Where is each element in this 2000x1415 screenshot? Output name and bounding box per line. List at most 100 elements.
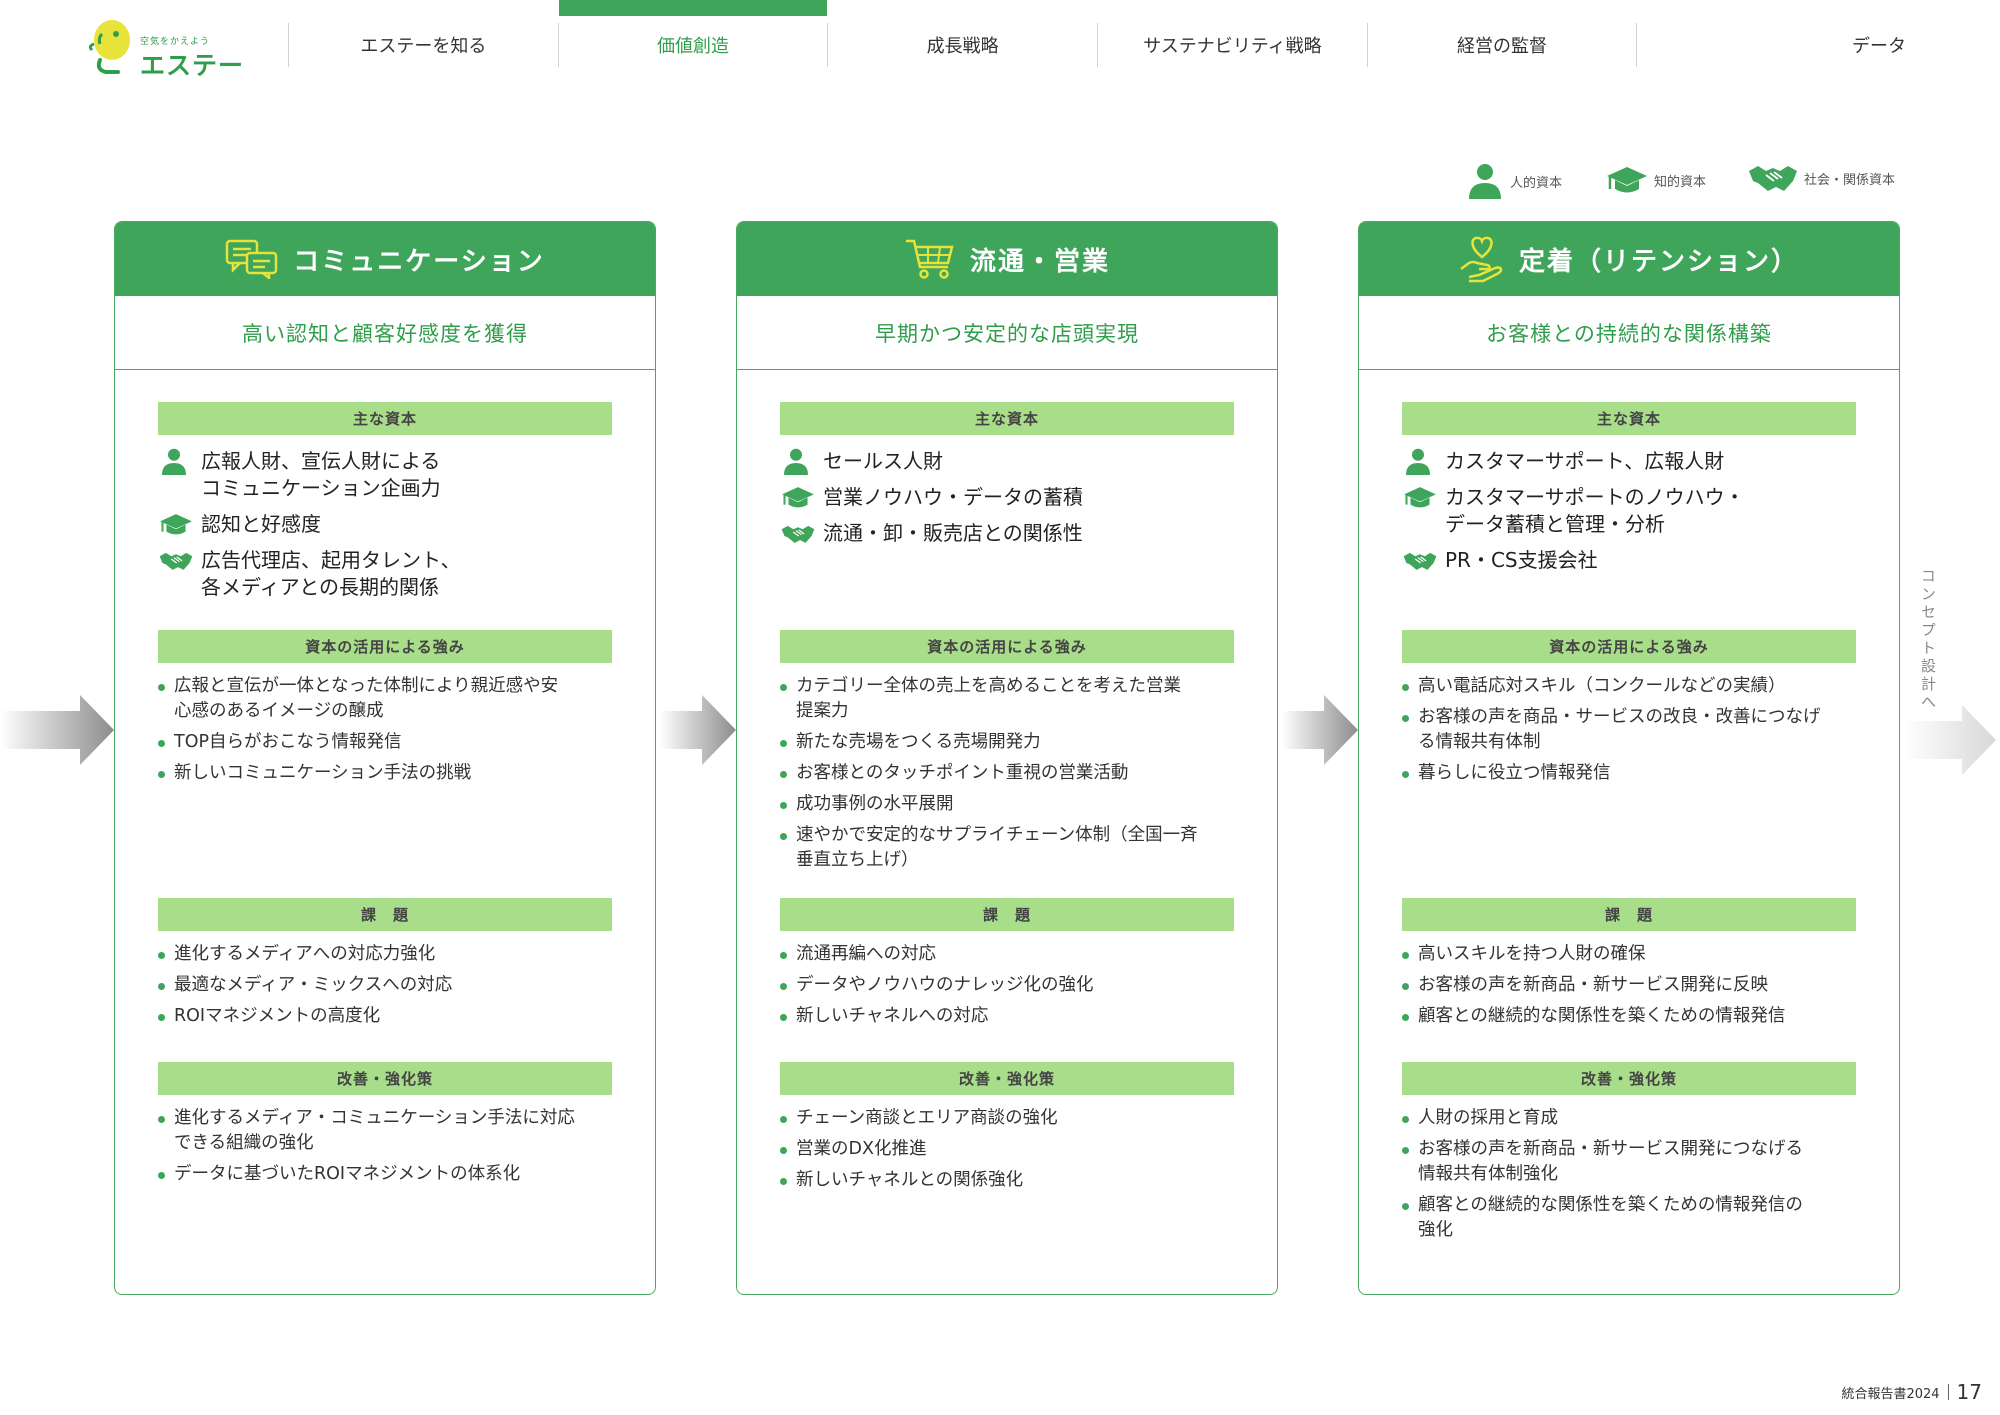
list-item: 最適なメディア・ミックスへの対応 [158,973,620,998]
nav-item-sustainability[interactable]: サステナビリティ戦略 [1097,23,1367,67]
nav-item-about[interactable]: エステーを知る [288,23,558,67]
chick-logo-icon [88,20,130,74]
shopping-cart-icon [905,239,954,279]
list-item: ROIマネジメントの高度化 [158,1004,620,1029]
handshake-icon [159,547,193,574]
nav-item-growth-strategy[interactable]: 成長戦略 [827,23,1097,67]
card-header: 定着（リテンション） [1359,222,1899,296]
legend-label: 人的資本 [1510,175,1563,191]
list-item: お客様の声を新商品・新サービス開発に反映 [1402,973,1864,998]
page-number: 17 [1956,1380,1982,1404]
section-header-measures: 改善・強化策 [158,1062,612,1095]
section-header-capital: 主な資本 [1402,402,1856,435]
section-header-issues: 課 題 [1402,898,1856,931]
list-item: 進化するメディア・コミュニケーション手法に対応 できる組織の強化 [158,1106,620,1156]
heart-hand-icon [1460,236,1503,283]
graduation-cap-icon [1607,167,1647,193]
list-item: データやノウハウのナレッジ化の強化 [780,973,1242,998]
card-title: コミュニケーション [293,246,545,277]
card-distribution-sales: 流通・営業 早期かつ安定的な店頭実現 主な資本 セールス人財 営業ノウハウ・デー… [736,221,1278,1295]
section-header-issues: 課 題 [780,898,1234,931]
legend-label: 社会・関係資本 [1804,172,1896,188]
list-item: 新しいコミュニケーション手法の挑戦 [158,761,620,786]
list-item: 顧客との継続的な関係性を築くための情報発信の 強化 [1402,1193,1864,1243]
handshake-icon [1403,547,1437,574]
strengths-list: 高い電話応対スキル（コンクールなどの実績） お客様の声を商品・サービスの改良・改… [1402,674,1864,792]
list-item: 営業のDX化推進 [780,1137,1242,1162]
measures-list: 人財の採用と育成 お客様の声を新商品・新サービス開発につなげる 情報共有体制強化… [1402,1106,1864,1249]
list-item: 人財の採用と育成 [1402,1106,1864,1131]
issues-list: 進化するメディアへの対応力強化 最適なメディア・ミックスへの対応 ROIマネジメ… [158,942,620,1035]
logo[interactable]: 空気をかえよう エステー [88,14,243,80]
card-subtitle: 早期かつ安定的な店頭実現 [737,296,1277,370]
capital-item: セールス人財 [781,448,1241,475]
section-header-strengths: 資本の活用による強み [1402,630,1856,663]
list-item: 広報と宣伝が一体となった体制により親近感や安 心感のあるイメージの醸成 [158,674,620,724]
nav-item-data[interactable]: データ [1636,23,2000,67]
card-title: 流通・営業 [969,246,1110,277]
card-subtitle: 高い認知と顧客好感度を獲得 [115,296,655,370]
capital-list: カスタマーサポート、広報人財 カスタマーサポートのノウハウ・ データ蓄積と管理・… [1403,448,1863,583]
legend-intellectual-capital: 知的資本 [1606,163,1706,197]
card-retention: 定着（リテンション） お客様との持続的な関係構築 主な資本 カスタマーサポート、… [1358,221,1900,1295]
section-header-strengths: 資本の活用による強み [780,630,1234,663]
capital-item: PR・CS支援会社 [1403,547,1863,574]
person-icon [781,448,815,475]
next-section-label[interactable]: コンセプト設計へ [1918,568,1939,712]
top-navigation: エステーを知る 価値創造 成長戦略 サステナビリティ戦略 経営の監督 データ [288,0,2000,70]
report-title: 統合報告書2024 [1841,1386,1940,1402]
flow-arrow-1 [0,695,114,765]
capital-item: 広告代理店、起用タレント、 各メディアとの長期的関係 [159,547,619,601]
card-header: 流通・営業 [737,222,1277,296]
capital-item: 営業ノウハウ・データの蓄積 [781,484,1241,511]
graduation-cap-icon [159,511,193,538]
list-item: お客様の声を新商品・新サービス開発につなげる 情報共有体制強化 [1402,1137,1864,1187]
list-item: お客様の声を商品・サービスの改良・改善につなげ る情報共有体制 [1402,705,1864,755]
section-header-issues: 課 題 [158,898,612,931]
nav-item-governance[interactable]: 経営の監督 [1366,23,1637,67]
list-item: データに基づいたROIマネジメントの体系化 [158,1162,620,1187]
list-item: 高いスキルを持つ人財の確保 [1402,942,1864,967]
list-item: 新しいチャネルとの関係強化 [780,1168,1242,1193]
measures-list: 進化するメディア・コミュニケーション手法に対応 できる組織の強化 データに基づい… [158,1106,620,1193]
capital-item: 流通・卸・販売店との関係性 [781,520,1241,547]
card-subtitle: お客様との持続的な関係構築 [1359,296,1899,370]
legend-human-capital: 人的資本 [1466,163,1562,199]
list-item: TOP自らがおこなう情報発信 [158,730,620,755]
footer: 統合報告書2024 17 [1841,1380,1982,1404]
capital-item: カスタマーサポートのノウハウ・ データ蓄積と管理・分析 [1403,484,1863,538]
flow-arrow-2 [660,695,736,765]
list-item: 新たな売場をつくる売場開発力 [780,730,1242,755]
flow-arrow-4 [1904,705,1996,775]
section-header-capital: 主な資本 [158,402,612,435]
list-item: 速やかで安定的なサプライチェーン体制（全国一斉 垂直立ち上げ） [780,823,1242,873]
nav-item-value-creation[interactable]: 価値創造 [557,0,828,67]
list-item: 暮らしに役立つ情報発信 [1402,761,1864,786]
list-item: 高い電話応対スキル（コンクールなどの実績） [1402,674,1864,699]
person-icon [1469,164,1501,199]
measures-list: チェーン商談とエリア商談の強化 営業のDX化推進 新しいチャネルとの関係強化 [780,1106,1242,1199]
list-item: 成功事例の水平展開 [780,792,1242,817]
capital-list: 広報人財、宣伝人財による コミュニケーション企画力 認知と好感度 広告代理店、起… [159,448,619,610]
capital-item: 認知と好感度 [159,511,619,538]
strengths-list: 広報と宣伝が一体となった体制により親近感や安 心感のあるイメージの醸成 TOP自… [158,674,620,792]
card-title: 定着（リテンション） [1518,246,1799,277]
flow-arrow-3 [1282,695,1358,765]
list-item: チェーン商談とエリア商談の強化 [780,1106,1242,1131]
card-header: コミュニケーション [115,222,655,296]
legend-social-capital: 社会・関係資本 [1748,163,1895,193]
capital-item: カスタマーサポート、広報人財 [1403,448,1863,475]
graduation-cap-icon [781,484,815,511]
section-header-measures: 改善・強化策 [780,1062,1234,1095]
issues-list: 高いスキルを持つ人財の確保 お客様の声を新商品・新サービス開発に反映 顧客との継… [1402,942,1864,1035]
capital-list: セールス人財 営業ノウハウ・データの蓄積 流通・卸・販売店との関係性 [781,448,1241,556]
person-icon [159,448,193,475]
handshake-icon [781,520,815,547]
list-item: 流通再編への対応 [780,942,1242,967]
card-communication: コミュニケーション 高い認知と顧客好感度を獲得 主な資本 広報人財、宣伝人財によ… [114,221,656,1295]
footer-divider [1947,1384,1949,1400]
logo-name: エステー [140,51,245,80]
list-item: お客様とのタッチポイント重視の営業活動 [780,761,1242,786]
list-item: 進化するメディアへの対応力強化 [158,942,620,967]
section-header-strengths: 資本の活用による強み [158,630,612,663]
